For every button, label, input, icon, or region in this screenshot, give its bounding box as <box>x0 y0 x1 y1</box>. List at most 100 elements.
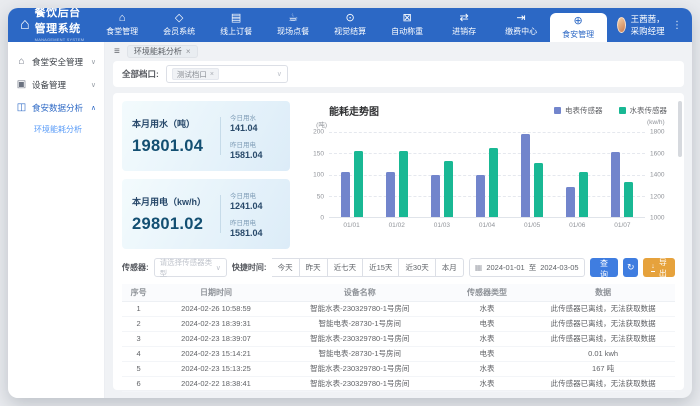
kebab-menu-icon[interactable]: ⋮ <box>672 20 682 31</box>
stat-card: 本月用电（kw/h） 29801.02 今日用电 1241.04 <box>122 179 290 249</box>
quick-time-button[interactable]: 近七天 <box>328 258 364 277</box>
legend-item[interactable]: 电表传感器 <box>554 105 603 116</box>
top-nav-item[interactable]: ⊕ 食安管理 <box>550 13 607 42</box>
stall-filter-label: 全部档口: <box>122 68 159 80</box>
date-range-picker[interactable]: ▦ 2024-01-01 至 2024-03-05 <box>469 258 585 277</box>
table-row[interactable]: 5 2024-02-23 15:13:25 智能水表-230329780-1号房… <box>122 361 675 376</box>
electric-bar <box>521 134 530 217</box>
nav-item-label: 进销存 <box>452 26 476 37</box>
top-nav-item[interactable]: ⌂ 食堂管理 <box>94 8 151 42</box>
top-nav-item[interactable]: ⊠ 自动称重 <box>379 8 436 42</box>
user-name: 王茜茜，采购经理 <box>631 13 665 37</box>
chart-legend: 电表传感器 水表传感器 <box>554 105 667 116</box>
legend-item[interactable]: 水表传感器 <box>619 105 668 116</box>
left-axis-ticks: 200150100500 <box>303 132 329 218</box>
divider <box>220 117 221 155</box>
sidebar-item-label: 食安数据分析 <box>32 102 83 114</box>
legend-swatch <box>619 107 626 114</box>
chevron-down-icon: ∨ <box>91 81 96 89</box>
user-avatar <box>617 17 626 33</box>
x-axis-label: 01/04 <box>479 222 495 232</box>
nav-item-label: 会员系统 <box>163 26 195 37</box>
quick-time-button[interactable]: 今天 <box>272 258 300 277</box>
electric-bar <box>611 152 620 217</box>
nav-item-label: 食安管理 <box>562 29 594 40</box>
close-icon[interactable]: × <box>186 47 191 56</box>
top-nav-item[interactable]: ▤ 线上订餐 <box>208 8 265 42</box>
top-nav-item[interactable]: ⇥ 缴费中心 <box>493 8 550 42</box>
x-axis-label: 01/06 <box>569 222 585 232</box>
chevron-down-icon: ∨ <box>91 58 96 66</box>
quick-time-button[interactable]: 本月 <box>436 258 464 277</box>
chart-icon: ◫ <box>16 102 27 113</box>
electric-bar <box>476 175 485 218</box>
axis-tick: 200 <box>313 129 324 136</box>
user-menu[interactable]: 王茜茜，采购经理 ⋮ <box>607 8 692 42</box>
table-body: 1 2024-02-26 10:58:59 智能水表-230329780-1号房… <box>122 301 675 391</box>
divider <box>220 195 221 233</box>
sidebar-collapse-icon[interactable]: ≡ <box>114 46 120 57</box>
table-column-header: 设备名称 <box>277 284 443 301</box>
stall-filter-bar: 全部档口: 测试档口 × ∨ <box>113 61 684 87</box>
quick-time-button[interactable]: 昨天 <box>300 258 328 277</box>
electric-bar <box>566 187 575 217</box>
sensor-filter-label: 传感器: <box>122 262 149 273</box>
axis-tick: 1800 <box>650 129 664 136</box>
top-navbar: ⌂ 餐饮后台管理系统 MANAGEMENT SYSTEM OF SMART CA… <box>8 8 692 42</box>
x-axis-label: 01/03 <box>434 222 450 232</box>
nav-item-icon: ☕ <box>288 13 298 24</box>
axis-tick: 1400 <box>650 172 664 179</box>
main-area: ≡ 环境能耗分析 × 全部档口: 测试档口 × ∨ <box>105 42 692 398</box>
app-subtitle: MANAGEMENT SYSTEM OF SMART CANTEEN <box>35 37 88 47</box>
stall-select[interactable]: 测试档口 × ∨ <box>166 65 288 83</box>
tag-close-icon[interactable]: × <box>210 71 214 78</box>
app-window: ⌂ 餐饮后台管理系统 MANAGEMENT SYSTEM OF SMART CA… <box>8 8 692 398</box>
nav-item-icon: ◇ <box>175 13 183 24</box>
sidebar-subitem-env-energy-analysis[interactable]: 环境能耗分析 <box>8 119 104 140</box>
table-column-header: 数据 <box>531 284 675 301</box>
table-row[interactable]: 6 2024-02-22 18:38:41 智能水表-230329780-1号房… <box>122 376 675 391</box>
date-start: 2024-01-01 <box>486 263 524 272</box>
top-nav-item[interactable]: ⊙ 视觉结算 <box>322 8 379 42</box>
top-nav-item[interactable]: ⇄ 进销存 <box>436 8 493 42</box>
top-nav-item[interactable]: ◇ 会员系统 <box>151 8 208 42</box>
electric-bar <box>431 175 440 217</box>
table-row[interactable]: 4 2024-02-23 15:14:21 智能电表-28730-1号房间 电表… <box>122 346 675 361</box>
table-row[interactable]: 3 2024-02-23 18:39:07 智能水表-230329780-1号房… <box>122 331 675 346</box>
sidebar: ⌂ 食堂安全管理 ∨ ▣ 设备管理 ∨ ◫ 食安数据分析 ∧ 环境能耗分析 <box>8 42 105 398</box>
stat-side-value: 1241.04 <box>230 201 280 211</box>
top-nav-item[interactable]: ☕ 现场点餐 <box>265 8 322 42</box>
cell-data: 此传感器已离线，无法获取数据 <box>531 331 675 346</box>
cell-datetime: 2024-02-23 15:13:25 <box>155 361 277 376</box>
x-axis-label: 01/07 <box>614 222 630 232</box>
app-logo: ⌂ 餐饮后台管理系统 MANAGEMENT SYSTEM OF SMART CA… <box>8 8 94 42</box>
content-panel: 本月用水（吨） 19801.04 今日用水 141.04 <box>113 93 684 390</box>
export-button[interactable]: ↓ 导出 <box>643 258 675 277</box>
sidebar-item-food-safety-analysis[interactable]: ◫ 食安数据分析 ∧ <box>8 96 104 119</box>
cell-sensor-type: 水表 <box>443 331 531 346</box>
cell-index: 2 <box>122 316 155 331</box>
quick-time-button[interactable]: 近30天 <box>399 258 435 277</box>
house-icon: ⌂ <box>16 56 27 67</box>
quick-time-button[interactable]: 近15天 <box>363 258 399 277</box>
search-button[interactable]: 查询 <box>590 258 619 277</box>
water-bar <box>534 163 543 217</box>
tab-env-energy-analysis[interactable]: 环境能耗分析 × <box>127 45 198 58</box>
refresh-button[interactable]: ↻ <box>623 258 638 277</box>
cell-sensor-type: 电表 <box>443 346 531 361</box>
table-row[interactable]: 1 2024-02-26 10:58:59 智能水表-230329780-1号房… <box>122 301 675 316</box>
sidebar-item-device-management[interactable]: ▣ 设备管理 ∨ <box>8 73 104 96</box>
table-row[interactable]: 2 2024-02-23 18:39:31 智能电表-28730-1号房间 电表… <box>122 316 675 331</box>
sensor-select-placeholder: 请选择传感器类型 <box>160 257 216 279</box>
sidebar-subitem-label: 环境能耗分析 <box>34 124 82 135</box>
chevron-down-icon: ∨ <box>216 264 221 272</box>
stat-value: 29801.02 <box>132 215 211 234</box>
scrollbar-thumb[interactable] <box>678 101 682 157</box>
cell-data: 此传感器已离线，无法获取数据 <box>531 316 675 331</box>
sidebar-item-canteen-safety[interactable]: ⌂ 食堂安全管理 ∨ <box>8 50 104 73</box>
bar-group <box>431 132 453 217</box>
chart-x-axis: 01/0101/0201/0301/0401/0501/0601/07 <box>329 218 645 232</box>
stall-tag-label: 测试档口 <box>177 69 207 80</box>
cell-datetime: 2024-02-22 18:38:41 <box>155 376 277 391</box>
sensor-type-select[interactable]: 请选择传感器类型 ∨ <box>154 258 227 277</box>
